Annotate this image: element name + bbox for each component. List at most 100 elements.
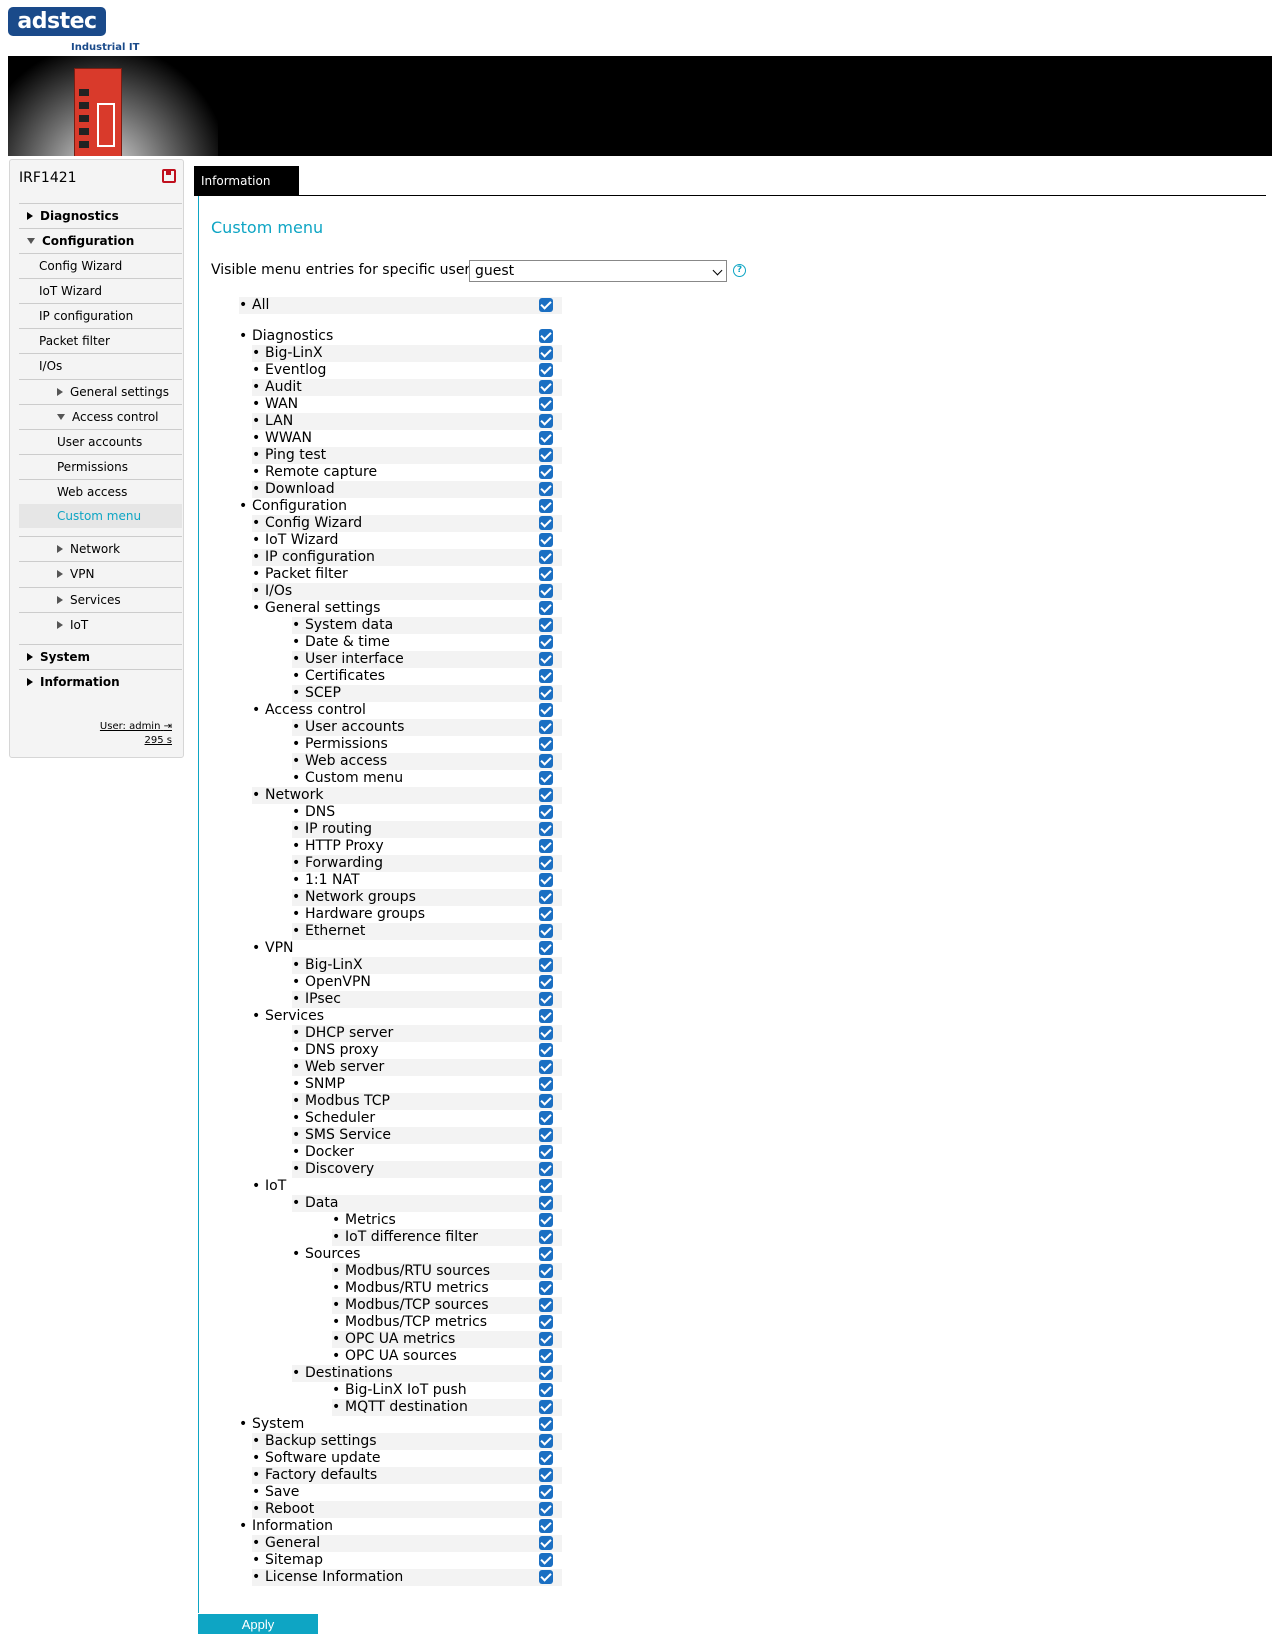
menu-entry-checkbox[interactable] [539,550,553,564]
menu-entry-checkbox[interactable] [539,839,553,853]
menu-entry-checkbox[interactable] [539,346,553,360]
menu-entry-checkbox[interactable] [539,805,553,819]
menu-entry-checkbox[interactable] [539,1451,553,1465]
menu-entry-checkbox[interactable] [539,584,553,598]
save-icon[interactable] [162,169,176,183]
menu-entry-checkbox[interactable] [539,975,553,989]
user-logout-link[interactable]: User: admin ⇥ 295 s [100,720,172,748]
menu-entry-checkbox[interactable] [539,1094,553,1108]
sidebar-item-web-access[interactable]: Web access [19,479,182,503]
sidebar-item-permissions[interactable]: Permissions [19,454,182,478]
menu-entry-checkbox[interactable] [539,1315,553,1329]
menu-entry-checkbox[interactable] [539,703,553,717]
sidebar-item-information[interactable]: Information [19,669,182,693]
menu-entry-checkbox[interactable] [539,1264,553,1278]
menu-entry-checkbox[interactable] [539,1417,553,1431]
menu-entry-checkbox[interactable] [539,533,553,547]
menu-entry-checkbox[interactable] [539,1298,553,1312]
sidebar-item-general-settings[interactable]: General settings [19,379,182,403]
help-icon[interactable]: ? [733,264,746,277]
menu-entry-checkbox[interactable] [539,1043,553,1057]
menu-entry-checkbox[interactable] [539,1502,553,1516]
sidebar-item-configuration[interactable]: Configuration [19,228,182,252]
menu-entry-checkbox[interactable] [539,754,553,768]
menu-entry-checkbox[interactable] [539,1077,553,1091]
menu-entry-checkbox[interactable] [539,499,553,513]
sidebar-item-iot[interactable]: IoT [19,612,182,636]
tab-information[interactable]: Information [194,166,299,196]
menu-entry-checkbox[interactable] [539,1434,553,1448]
menu-entry-checkbox[interactable] [539,686,553,700]
sidebar-item-i-os[interactable]: I/Os [19,353,182,377]
menu-entry-checkbox[interactable] [539,1519,553,1533]
sidebar-item-access-control[interactable]: Access control [19,404,182,428]
menu-entry-checkbox[interactable] [539,958,553,972]
menu-entry-checkbox[interactable] [539,1213,553,1227]
menu-entry-checkbox[interactable] [539,1485,553,1499]
menu-entry-checkbox[interactable] [539,1383,553,1397]
menu-entry-checkbox[interactable] [539,771,553,785]
menu-entry-checkbox[interactable] [539,822,553,836]
menu-entry-checkbox[interactable] [539,567,553,581]
sidebar-item-ip-configuration[interactable]: IP configuration [19,303,182,327]
menu-entry-checkbox[interactable] [539,635,553,649]
menu-entry-checkbox[interactable] [539,788,553,802]
sidebar-item-custom-menu[interactable]: Custom menu [19,504,182,528]
menu-entry-checkbox[interactable] [539,720,553,734]
user-select[interactable]: guest [469,260,727,282]
menu-entry-checkbox[interactable] [539,992,553,1006]
menu-entry-checkbox[interactable] [539,465,553,479]
menu-entry-checkbox[interactable] [539,380,553,394]
menu-entry-checkbox[interactable] [539,1026,553,1040]
menu-entry-checkbox[interactable] [539,1060,553,1074]
menu-entry-checkbox[interactable] [539,431,553,445]
sidebar-item-network[interactable]: Network [19,536,182,560]
menu-entry-checkbox[interactable] [539,1400,553,1414]
menu-entry-checkbox[interactable] [539,924,553,938]
menu-entry-checkbox[interactable] [539,298,553,312]
menu-entry-checkbox[interactable] [539,907,553,921]
menu-entry-checkbox[interactable] [539,1128,553,1142]
logout-icon[interactable]: ⇥ [164,721,172,732]
menu-entry-checkbox[interactable] [539,1349,553,1363]
sidebar-item-vpn[interactable]: VPN [19,561,182,585]
menu-entry-checkbox[interactable] [539,363,553,377]
sidebar-item-config-wizard[interactable]: Config Wizard [19,253,182,277]
menu-entry-checkbox[interactable] [539,1145,553,1159]
sidebar-item-diagnostics[interactable]: Diagnostics [19,203,182,227]
menu-entry-checkbox[interactable] [539,414,553,428]
menu-entry-checkbox[interactable] [539,873,553,887]
menu-entry-checkbox[interactable] [539,1332,553,1346]
menu-entry-checkbox[interactable] [539,329,553,343]
menu-entry-checkbox[interactable] [539,941,553,955]
menu-entry-checkbox[interactable] [539,516,553,530]
menu-entry-checkbox[interactable] [539,601,553,615]
sidebar-item-user-accounts[interactable]: User accounts [19,429,182,453]
menu-entry-checkbox[interactable] [539,1162,553,1176]
menu-entry-checkbox[interactable] [539,1179,553,1193]
menu-entry-checkbox[interactable] [539,1111,553,1125]
menu-entry-checkbox[interactable] [539,1553,553,1567]
menu-entry-checkbox[interactable] [539,1009,553,1023]
menu-entry-checkbox[interactable] [539,1247,553,1261]
menu-entry-checkbox[interactable] [539,1366,553,1380]
menu-entry-checkbox[interactable] [539,448,553,462]
sidebar-item-packet-filter[interactable]: Packet filter [19,328,182,352]
menu-entry-checkbox[interactable] [539,652,553,666]
menu-entry-checkbox[interactable] [539,1230,553,1244]
sidebar-item-services[interactable]: Services [19,587,182,611]
menu-entry-checkbox[interactable] [539,856,553,870]
menu-entry-checkbox[interactable] [539,1281,553,1295]
menu-entry-checkbox[interactable] [539,737,553,751]
apply-button[interactable]: Apply [198,1614,318,1634]
sidebar-item-iot-wizard[interactable]: IoT Wizard [19,278,182,302]
menu-entry-checkbox[interactable] [539,1570,553,1584]
menu-entry-checkbox[interactable] [539,1196,553,1210]
menu-entry-checkbox[interactable] [539,669,553,683]
menu-entry-checkbox[interactable] [539,618,553,632]
menu-entry-checkbox[interactable] [539,482,553,496]
menu-entry-checkbox[interactable] [539,397,553,411]
menu-entry-checkbox[interactable] [539,1468,553,1482]
menu-entry-checkbox[interactable] [539,890,553,904]
menu-entry-checkbox[interactable] [539,1536,553,1550]
